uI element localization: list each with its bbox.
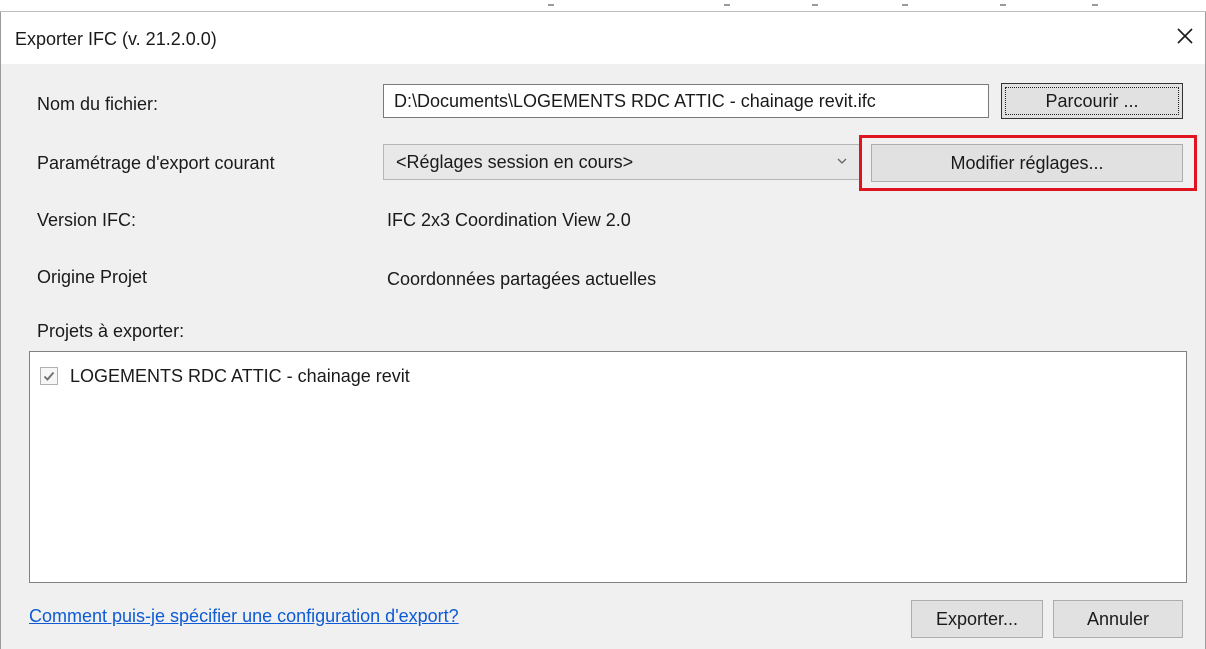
close-button[interactable] xyxy=(1171,22,1199,50)
close-icon xyxy=(1177,28,1193,44)
project-origin-label: Origine Projet xyxy=(37,267,148,287)
project-checkbox[interactable] xyxy=(40,367,58,385)
projects-to-export-label: Projets à exporter: xyxy=(37,321,185,341)
list-item[interactable]: LOGEMENTS RDC ATTIC - chainage revit xyxy=(40,364,410,388)
check-icon xyxy=(43,371,55,381)
projects-list: LOGEMENTS RDC ATTIC - chainage revit xyxy=(29,351,1187,583)
export-setup-select[interactable]: <Réglages session en cours> xyxy=(383,144,861,180)
browse-button-label: Parcourir ... xyxy=(1045,90,1139,111)
filename-label: Nom du fichier: xyxy=(37,94,159,114)
title-bar: Exporter IFC (v. 21.2.0.0) xyxy=(1,12,1205,64)
chevron-down-icon xyxy=(837,158,847,164)
ifc-version-value: IFC 2x3 Coordination View 2.0 xyxy=(387,210,631,230)
cancel-button-label: Annuler xyxy=(1086,608,1150,629)
cancel-button[interactable]: Annuler xyxy=(1053,600,1183,638)
export-setup-selected: <Réglages session en cours> xyxy=(396,151,634,172)
project-name: LOGEMENTS RDC ATTIC - chainage revit xyxy=(70,365,410,386)
export-ifc-dialog: Exporter IFC (v. 21.2.0.0) Nom du fichie… xyxy=(0,12,1206,649)
modify-settings-button[interactable]: Modifier réglages... xyxy=(871,144,1183,182)
export-setup-label: Paramétrage d'export courant xyxy=(37,153,275,173)
background-window-strip xyxy=(0,0,1206,12)
export-button-label: Exporter... xyxy=(935,608,1019,629)
ifc-version-label: Version IFC: xyxy=(37,210,137,230)
modify-settings-label: Modifier réglages... xyxy=(950,152,1104,173)
filename-input[interactable] xyxy=(383,84,989,118)
project-origin-value: Coordonnées partagées actuelles xyxy=(387,269,657,289)
browse-button[interactable]: Parcourir ... xyxy=(1001,83,1183,119)
window-title: Exporter IFC (v. 21.2.0.0) xyxy=(15,29,217,49)
export-button[interactable]: Exporter... xyxy=(911,600,1043,638)
help-link[interactable]: Comment puis-je spécifier une configurat… xyxy=(29,606,459,627)
